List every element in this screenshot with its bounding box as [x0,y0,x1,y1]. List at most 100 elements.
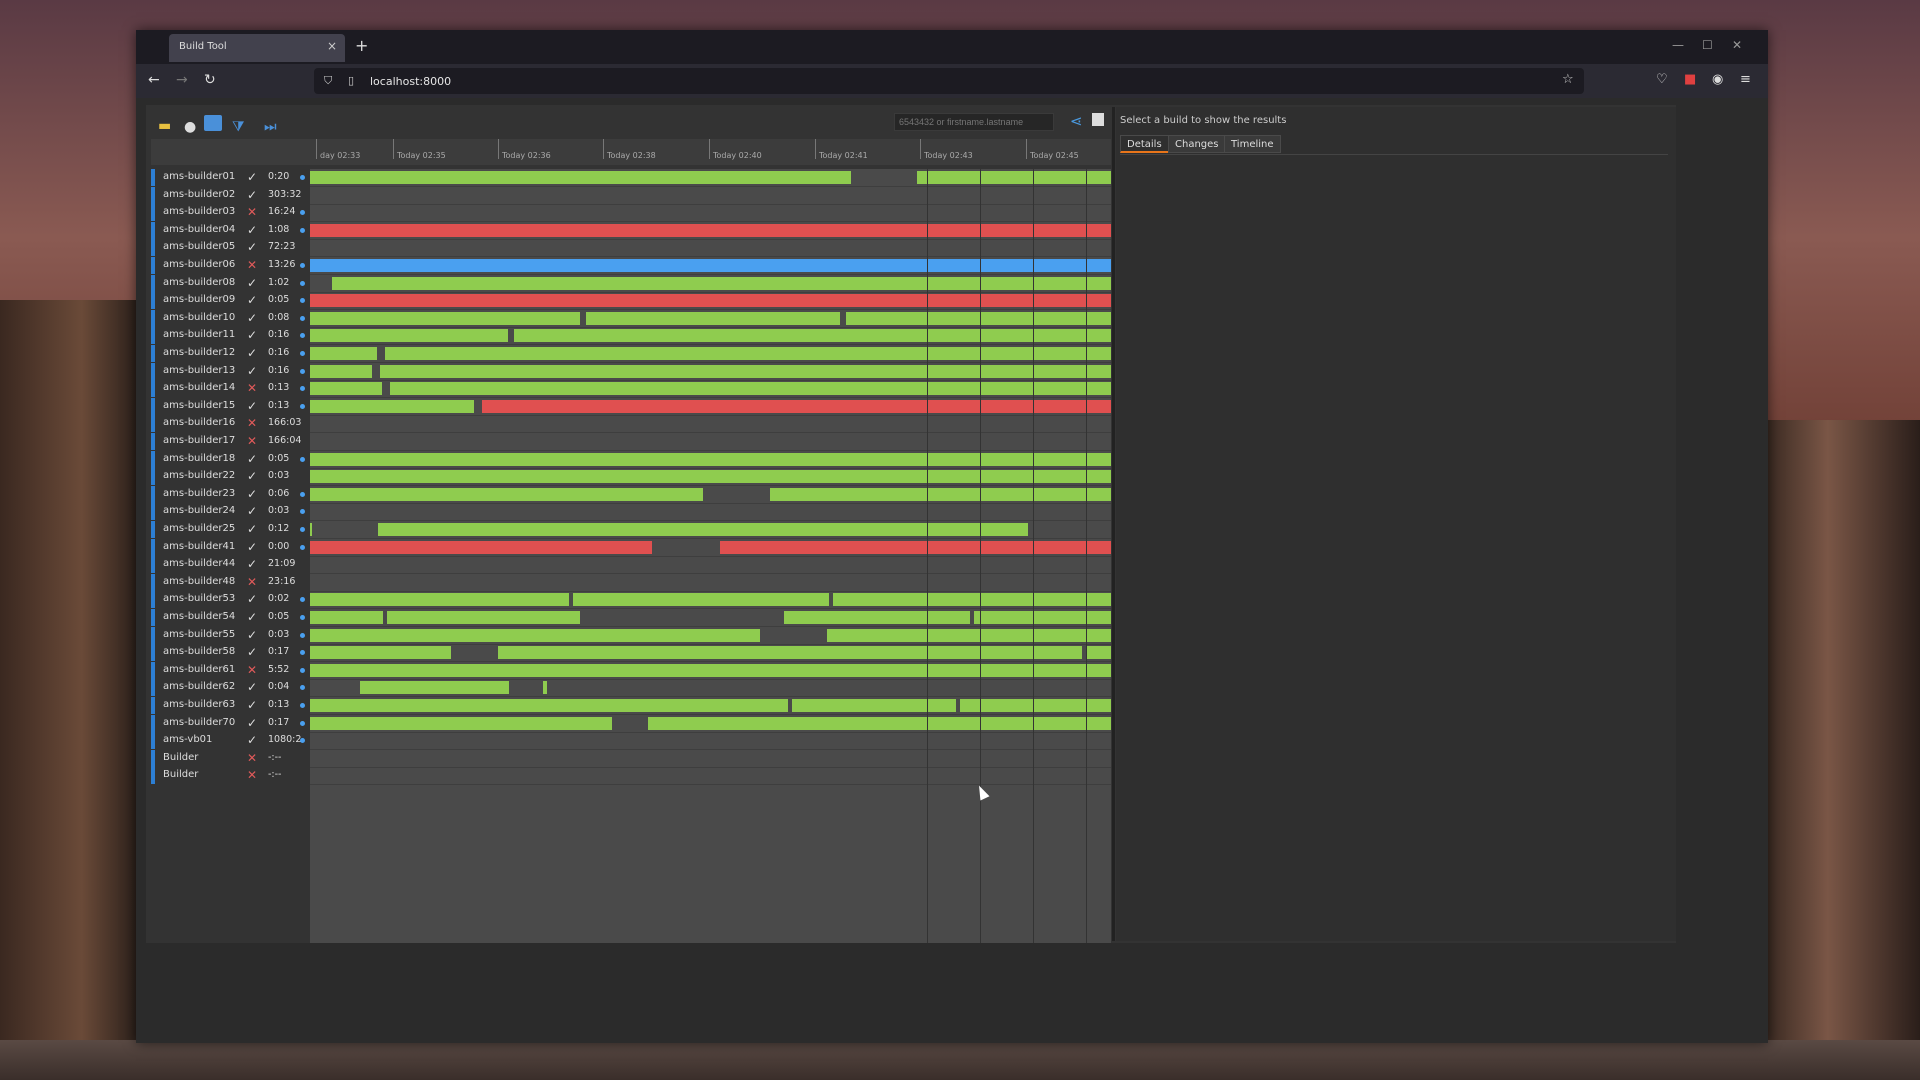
build-bar[interactable] [310,628,760,642]
builder-row[interactable]: ams-builder16 ✕ 166:03 [151,415,306,433]
build-bar[interactable] [514,329,1111,343]
tab-details[interactable]: Details [1120,135,1169,153]
search-input[interactable] [894,113,1054,131]
builder-row[interactable]: ams-builder61 ✕ 5:52 [151,661,306,679]
build-bar[interactable] [310,223,1111,237]
new-tab-button[interactable]: + [355,36,368,55]
build-bar[interactable] [648,716,1111,730]
build-bar[interactable] [974,611,1111,624]
builder-row[interactable]: ams-builder01 ✓ 0:20 [151,169,306,186]
build-bar[interactable] [310,347,377,360]
builder-row[interactable]: Builder ✕ -:-- [151,749,306,767]
builder-row[interactable]: ams-builder18 ✓ 0:05 [151,450,306,468]
skip-to-end-icon[interactable]: ⏭ [264,119,277,135]
builder-row[interactable]: ams-vb01 ✓ 1080:2 [151,732,306,750]
build-bar[interactable] [310,699,788,712]
build-bar[interactable] [784,611,970,624]
build-bar[interactable] [917,171,1111,184]
builder-row[interactable]: ams-builder44 ✓ 21:09 [151,556,306,574]
filter-icon[interactable]: ⧩ [232,119,245,135]
build-bar[interactable] [310,523,312,536]
build-bar[interactable] [310,171,851,184]
build-bar[interactable] [310,487,703,501]
builder-row[interactable]: ams-builder08 ✓ 1:02 [151,274,306,292]
build-bar[interactable] [792,699,956,712]
build-bar[interactable] [360,681,509,695]
builder-row[interactable]: ams-builder62 ✓ 0:04 [151,679,306,697]
build-bar[interactable] [482,399,1111,413]
build-bar[interactable] [332,276,1111,290]
shield-icon[interactable]: ⛉ [324,74,332,88]
builder-row[interactable]: ams-builder02 ✓ 303:32 [151,186,306,204]
build-bar[interactable] [310,382,382,396]
builder-row[interactable]: ams-builder48 ✕ 23:16 [151,573,306,591]
build-bar[interactable] [498,646,1082,660]
extension-icon[interactable]: ■ [1684,72,1696,87]
builder-row[interactable]: ams-builder05 ✓ 72:23 [151,239,306,257]
panel-toggle-icon[interactable] [1092,113,1104,126]
document-icon[interactable] [204,115,222,131]
build-bar[interactable] [378,523,1028,536]
builder-row[interactable]: ams-builder54 ✓ 0:05 [151,609,306,626]
tab-timeline[interactable]: Timeline [1224,135,1281,153]
build-bar[interactable] [310,399,474,413]
minimize-button[interactable]: — [1672,38,1684,52]
builder-row[interactable]: ams-builder03 ✕ 16:24 [151,204,306,222]
builder-row[interactable]: ams-builder14 ✕ 0:13 [151,380,306,398]
build-bar[interactable] [573,593,829,607]
build-bar[interactable] [770,487,1111,501]
reload-button[interactable]: ↻ [204,72,216,88]
build-bar[interactable] [833,593,1111,607]
builder-row[interactable]: ams-builder63 ✓ 0:13 [151,697,306,714]
builder-row[interactable]: ams-builder58 ✓ 0:17 [151,644,306,662]
builder-row[interactable]: ams-builder11 ✓ 0:16 [151,327,306,345]
builder-row[interactable]: ams-builder22 ✓ 0:03 [151,468,306,486]
builder-row[interactable]: ams-builder53 ✓ 0:02 [151,591,306,609]
panel-divider[interactable] [1112,107,1115,941]
tab-changes[interactable]: Changes [1168,135,1226,153]
builder-row[interactable]: ams-builder23 ✓ 0:06 [151,485,306,503]
builder-row[interactable]: ams-builder17 ✕ 166:04 [151,433,306,450]
build-bar[interactable] [380,364,1111,378]
build-bar[interactable] [586,311,840,325]
address-bar[interactable]: ⛉ ▯ localhost:8000 ☆ [314,68,1584,94]
builder-row[interactable]: ams-builder55 ✓ 0:03 [151,626,306,644]
build-bar[interactable] [310,646,451,660]
maximize-button[interactable]: ☐ [1702,38,1713,52]
browser-tab-build-tool[interactable]: Build Tool × [169,34,345,62]
builder-row[interactable]: ams-builder70 ✓ 0:17 [151,714,306,732]
build-bar[interactable] [387,611,580,624]
share-icon[interactable]: ⋖ [1070,112,1083,130]
build-bar[interactable] [310,311,580,325]
account-icon[interactable]: ◉ [1712,72,1723,87]
builder-row[interactable]: ams-builder15 ✓ 0:13 [151,397,306,415]
build-bar[interactable] [543,681,547,695]
builder-row[interactable]: ams-builder10 ✓ 0:08 [151,309,306,327]
build-bar[interactable] [310,329,508,343]
build-bar[interactable] [310,294,1111,308]
builder-row[interactable]: ams-builder06 ✕ 13:26 [151,257,306,274]
builder-row[interactable]: ams-builder41 ✓ 0:00 [151,538,306,556]
build-bar[interactable] [846,311,1111,325]
bomb-icon[interactable]: ● [184,119,196,135]
tag-icon[interactable]: ▬ [158,118,171,134]
build-bar[interactable] [310,364,372,378]
builder-row[interactable]: Builder ✕ -:-- [151,767,306,785]
tab-close-icon[interactable]: × [327,39,337,53]
builder-row[interactable]: ams-builder12 ✓ 0:16 [151,345,306,362]
build-bar[interactable] [310,470,1111,484]
build-bar[interactable] [827,628,1111,642]
forward-button[interactable]: → [176,72,188,88]
back-button[interactable]: ← [148,72,160,88]
build-bar[interactable] [310,259,1111,272]
builder-row[interactable]: ams-builder13 ✓ 0:16 [151,362,306,380]
close-window-button[interactable]: ✕ [1732,38,1742,52]
build-bar[interactable] [310,611,383,624]
url-text[interactable]: localhost:8000 [370,75,451,88]
build-bar[interactable] [310,540,652,554]
pocket-icon[interactable]: ♡ [1656,72,1668,87]
bookmark-star-icon[interactable]: ☆ [1562,72,1574,87]
build-bar[interactable] [310,593,569,607]
builder-row[interactable]: ams-builder04 ✓ 1:08 [151,221,306,239]
build-bar[interactable] [310,716,612,730]
